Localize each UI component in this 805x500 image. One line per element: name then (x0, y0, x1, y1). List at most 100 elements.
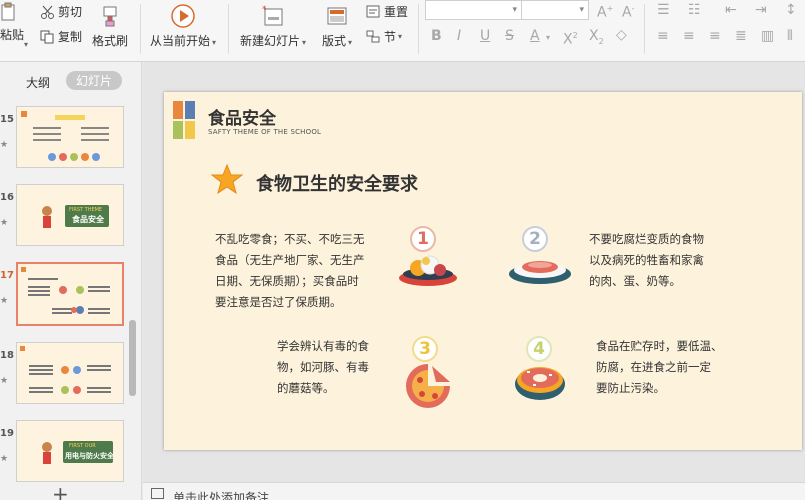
slide-thumbnail-19[interactable]: FIRST OUR 用电与防火安全 (16, 420, 124, 482)
slide-thumbnail-16[interactable]: FIRST THEME 食品安全 (16, 184, 124, 246)
new-slide-label: 新建幻灯片 (240, 34, 301, 48)
column-icon[interactable]: ▥ (761, 29, 774, 43)
thumb16-sub: 食品安全 (72, 215, 104, 224)
new-slide-dropdown-icon[interactable]: ▾ (302, 38, 306, 47)
add-slide-button[interactable]: + (52, 482, 69, 500)
slide-number: 18 (0, 350, 14, 361)
item-1-line: 要注意是否过了保质期。 (215, 295, 342, 309)
grow-font-icon[interactable]: A+ (597, 2, 613, 20)
slide-thumbnail-17[interactable] (16, 262, 124, 326)
item-1-number: 1 (417, 229, 429, 249)
thumbnail-content (21, 267, 110, 314)
align-center-icon[interactable]: ≡ (683, 29, 695, 43)
superscript-icon[interactable]: X2 (563, 29, 578, 47)
thumb16-title: FIRST THEME (69, 207, 103, 213)
slide-panel: 大纲 幻灯片 15 ★ 16 ★ FIRST THEME 食品安全 17 ★ 1… (0, 62, 142, 500)
slide-thumbnail-15[interactable] (16, 106, 124, 168)
cut-button[interactable]: 剪切 (40, 3, 82, 20)
tab-outline[interactable]: 大纲 (26, 74, 50, 91)
copy-icon (40, 30, 55, 44)
line-spacing-icon[interactable]: ↕ (785, 3, 797, 17)
notes-bar[interactable]: 单击此处添加备注 (143, 482, 805, 500)
donut-icon (515, 367, 565, 400)
play-dropdown-icon[interactable]: ▾ (212, 38, 216, 47)
reset-button[interactable]: 重置 (366, 3, 408, 20)
section-label: 节 (384, 30, 397, 44)
numbered-list-icon[interactable]: ☷ (688, 3, 701, 17)
item-2-text: 不要吃腐烂变质的食物 以及病死的牲畜和家禽 的肉、蛋、奶等。 (589, 229, 749, 292)
item-3-line: 物，如河豚、有毒 (277, 360, 369, 374)
layout-button[interactable]: 版式 ▾ (322, 0, 352, 49)
thumb19-sub: 用电与防火安全 (65, 452, 114, 460)
paste-label: 粘贴 (0, 28, 25, 42)
thumbnail-content (42, 205, 109, 228)
section-icon (366, 30, 381, 44)
format-painter-label: 格式刷 (92, 34, 129, 48)
star-icon (211, 164, 243, 194)
item-4-line: 防腐，在进食之前一定 (596, 360, 711, 374)
reset-label: 重置 (384, 5, 409, 19)
decrease-indent-icon[interactable]: ⇤ (725, 3, 737, 17)
format-painter-button[interactable]: 格式刷 (92, 0, 128, 49)
play-from-current-button[interactable]: 从当前开始 ▾ (150, 0, 216, 49)
slide-thumbnail-18[interactable] (16, 342, 124, 404)
align-left-icon[interactable]: ≡ (657, 29, 669, 43)
slide-number: 19 (0, 428, 14, 439)
slide-header-subtitle: SAFTY THEME OF THE SCHOOL (208, 128, 322, 136)
item-3-text: 学会辨认有毒的食 物，如河豚、有毒 的蘑菇等。 (277, 336, 397, 399)
paste-dropdown-icon[interactable]: ▾ (24, 40, 28, 49)
cut-label: 剪切 (58, 5, 83, 19)
item-2-line: 的肉、蛋、奶等。 (589, 274, 681, 288)
font-name-select[interactable]: ▾ (425, 0, 522, 20)
panel-scrollbar[interactable] (129, 320, 136, 396)
font-name-dropdown-icon: ▾ (512, 5, 517, 15)
scissors-icon (40, 5, 55, 19)
item-2-number: 2 (529, 229, 541, 249)
layout-dropdown-icon[interactable]: ▾ (348, 38, 352, 47)
new-slide-button[interactable]: * 新建幻灯片 ▾ (240, 0, 306, 49)
animation-star-icon: ★ (0, 376, 9, 386)
copy-button[interactable]: 复制 (40, 28, 82, 45)
slide-number: 16 (0, 192, 14, 203)
font-color-dropdown-icon[interactable]: ▾ (546, 31, 550, 45)
text-direction-icon[interactable]: ⫴ (787, 29, 793, 43)
item-2-badge: 2 (522, 226, 548, 252)
subscript-icon[interactable]: X2 (589, 29, 604, 49)
increase-indent-icon[interactable]: ⇥ (755, 3, 767, 17)
slide-number: 15 (0, 114, 14, 125)
item-1-text: 不乱吃零食；不买、不吃三无 食品（无生产地厂家、无生产 日期、无保质期）；买食品… (215, 229, 385, 313)
align-right-icon[interactable]: ≡ (709, 29, 721, 43)
underline-icon[interactable]: U (480, 29, 490, 43)
ribbon-divider (418, 4, 419, 54)
section-button[interactable]: 节 ▾ (366, 28, 402, 45)
layout-icon (325, 0, 349, 32)
tab-slides[interactable]: 幻灯片 (66, 71, 122, 90)
svg-text:*: * (262, 5, 267, 15)
font-size-select[interactable]: ▾ (521, 0, 589, 20)
thumb19-title: FIRST OUR (69, 443, 96, 449)
paste-icon (1, 2, 15, 21)
slide-canvas[interactable]: 食品安全 SAFTY THEME OF THE SCHOOL 食物卫生的安全要求… (164, 92, 802, 450)
reset-icon (366, 5, 381, 19)
slide-heading: 食物卫生的安全要求 (256, 174, 418, 195)
animation-star-icon: ★ (0, 296, 9, 306)
new-slide-icon: * (260, 0, 286, 32)
pizza-icon (406, 364, 450, 408)
panel-tabs: 大纲 幻灯片 (0, 70, 142, 92)
justify-icon[interactable]: ≣ (735, 29, 747, 43)
shrink-font-icon[interactable]: A- (622, 2, 634, 20)
bullet-list-icon[interactable]: ☰ (657, 3, 670, 17)
meat-plate-icon (509, 261, 571, 284)
eraser-icon[interactable]: ◇ (616, 28, 627, 42)
ribbon: 粘贴 ▾ 剪切 复制 格式刷 从当前开始 ▾ * 新建幻灯片 ▾ 版式 ▾ 重置… (0, 0, 805, 62)
italic-icon[interactable]: I (457, 29, 461, 43)
paste-button[interactable]: 粘贴 (0, 2, 24, 43)
ribbon-divider (644, 4, 645, 54)
strikethrough-icon[interactable]: S (505, 29, 514, 43)
font-size-dropdown-icon: ▾ (579, 5, 584, 15)
bold-icon[interactable]: B (431, 29, 442, 43)
notes-icon (151, 488, 164, 499)
section-dropdown-icon[interactable]: ▾ (398, 32, 402, 41)
item-1-line: 日期、无保质期）；买食品时 (215, 274, 359, 288)
font-color-icon[interactable]: A (530, 29, 540, 43)
